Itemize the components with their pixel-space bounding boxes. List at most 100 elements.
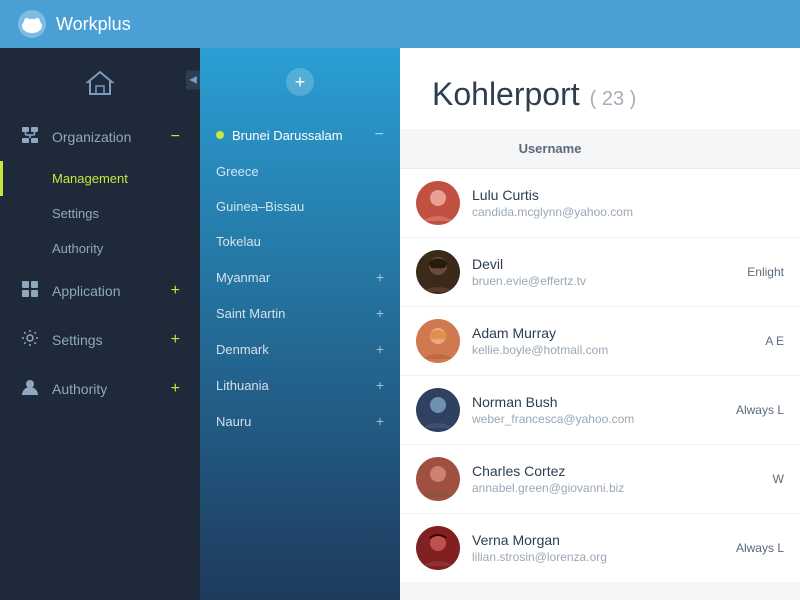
user-name: Norman Bush [472, 394, 692, 410]
table-row[interactable]: Charles Cortez annabel.green@giovanni.bi… [400, 445, 800, 514]
organization-label: Organization [52, 129, 159, 145]
user-role: Always L [704, 403, 784, 417]
country-name-nauru: Nauru [216, 414, 376, 429]
country-item-guinea[interactable]: Guinea–Bissau [200, 189, 400, 224]
user-email: kellie.boyle@hotmail.com [472, 343, 692, 357]
country-item-greece[interactable]: Greece [200, 154, 400, 189]
avatar [416, 181, 460, 225]
logo-area: Workplus [16, 8, 131, 40]
avatar [416, 388, 460, 432]
country-item-saint-martin[interactable]: Saint Martin + [200, 295, 400, 331]
main-content: ◀ Organization − Management [0, 48, 800, 600]
country-name-myanmar: Myanmar [216, 270, 376, 285]
user-role: Enlight [704, 265, 784, 279]
user-email: weber_francesca@yahoo.com [472, 412, 692, 426]
saint-martin-plus[interactable]: + [376, 305, 384, 321]
content-header: Kohlerport ( 23 ) [400, 48, 800, 129]
left-sidebar: ◀ Organization − Management [0, 48, 200, 600]
lithuania-plus[interactable]: + [376, 377, 384, 393]
user-info: Devil bruen.evie@effertz.tv [472, 256, 692, 288]
settings-toggle[interactable]: + [171, 331, 180, 349]
country-item-tokelau[interactable]: Tokelau [200, 224, 400, 259]
sidebar-item-organization[interactable]: Organization − [0, 112, 200, 161]
user-role: Always L [704, 541, 784, 555]
sidebar-item-settings[interactable]: Settings + [0, 315, 200, 364]
sidebar-home[interactable]: ◀ [0, 48, 200, 112]
user-role: A E [704, 334, 784, 348]
brunei-minus[interactable]: − [375, 126, 384, 144]
table-header: Username [400, 129, 800, 169]
sidebar-item-application[interactable]: Application + [0, 266, 200, 315]
country-name-guinea: Guinea–Bissau [216, 199, 384, 214]
user-info: Verna Morgan lilian.strosin@lorenza.org [472, 532, 692, 564]
authority-sub-label: Authority [52, 241, 103, 256]
myanmar-plus[interactable]: + [376, 269, 384, 285]
table-row[interactable]: Adam Murray kellie.boyle@hotmail.com A E [400, 307, 800, 376]
users-table: Username Lulu Curtis candida. [400, 129, 800, 583]
settings-icon [20, 329, 40, 350]
country-item-brunei[interactable]: Brunei Darussalam − [200, 116, 400, 154]
country-name-brunei: Brunei Darussalam [216, 128, 375, 143]
top-header: Workplus [0, 0, 800, 48]
add-country-button[interactable]: + [286, 68, 314, 96]
country-item-denmark[interactable]: Denmark + [200, 331, 400, 367]
settings-sub-label: Settings [52, 206, 99, 221]
app-title: Workplus [56, 14, 131, 35]
collapse-arrow[interactable]: ◀ [186, 71, 200, 90]
user-count: ( 23 ) [590, 88, 637, 111]
page-title: Kohlerport ( 23 ) [432, 76, 768, 113]
sidebar-item-authority[interactable]: Authority + [0, 364, 200, 413]
authority-label: Authority [52, 381, 159, 397]
user-name: Adam Murray [472, 325, 692, 341]
country-name-denmark: Denmark [216, 342, 376, 357]
country-item-myanmar[interactable]: Myanmar + [200, 259, 400, 295]
settings-label: Settings [52, 332, 159, 348]
sidebar-item-settings-sub[interactable]: Settings [0, 196, 200, 231]
avatar [416, 250, 460, 294]
user-name: Lulu Curtis [472, 187, 692, 203]
avatar [416, 457, 460, 501]
country-name-tokelau: Tokelau [216, 234, 384, 249]
avatar [416, 526, 460, 570]
active-dot [216, 131, 224, 139]
user-name: Devil [472, 256, 692, 272]
table-row[interactable]: Devil bruen.evie@effertz.tv Enlight [400, 238, 800, 307]
nauru-plus[interactable]: + [376, 413, 384, 429]
country-item-nauru[interactable]: Nauru + [200, 403, 400, 439]
user-email: lilian.strosin@lorenza.org [472, 550, 692, 564]
right-content: Kohlerport ( 23 ) Username [400, 48, 800, 600]
country-name-greece: Greece [216, 164, 384, 179]
country-item-lithuania[interactable]: Lithuania + [200, 367, 400, 403]
user-email: candida.mcglynn@yahoo.com [472, 205, 692, 219]
logo-icon [16, 8, 48, 40]
home-icon[interactable] [84, 68, 116, 96]
table-row[interactable]: Verna Morgan lilian.strosin@lorenza.org … [400, 514, 800, 583]
application-toggle[interactable]: + [171, 282, 180, 300]
authority-toggle[interactable]: + [171, 380, 180, 398]
management-label: Management [52, 171, 128, 186]
user-email: annabel.green@giovanni.biz [472, 481, 692, 495]
avatar [416, 319, 460, 363]
org-icon [20, 126, 40, 147]
user-info: Adam Murray kellie.boyle@hotmail.com [472, 325, 692, 357]
user-info: Charles Cortez annabel.green@giovanni.bi… [472, 463, 692, 495]
col-role [684, 141, 784, 156]
middle-panel: + Brunei Darussalam − Greece Guinea–Biss… [200, 48, 400, 600]
user-role: W [704, 472, 784, 486]
application-icon [20, 280, 40, 301]
user-email: bruen.evie@effertz.tv [472, 274, 692, 288]
application-label: Application [52, 283, 159, 299]
sidebar-item-management[interactable]: Management [0, 161, 200, 196]
sidebar-item-authority-sub[interactable]: Authority [0, 231, 200, 266]
user-name: Verna Morgan [472, 532, 692, 548]
country-name-lithuania: Lithuania [216, 378, 376, 393]
table-row[interactable]: Norman Bush weber_francesca@yahoo.com Al… [400, 376, 800, 445]
organization-toggle[interactable]: − [171, 128, 180, 146]
user-name: Charles Cortez [472, 463, 692, 479]
col-username: Username [416, 141, 684, 156]
middle-header: + [200, 48, 400, 116]
denmark-plus[interactable]: + [376, 341, 384, 357]
table-row[interactable]: Lulu Curtis candida.mcglynn@yahoo.com [400, 169, 800, 238]
country-name-saint-martin: Saint Martin [216, 306, 376, 321]
user-info: Norman Bush weber_francesca@yahoo.com [472, 394, 692, 426]
